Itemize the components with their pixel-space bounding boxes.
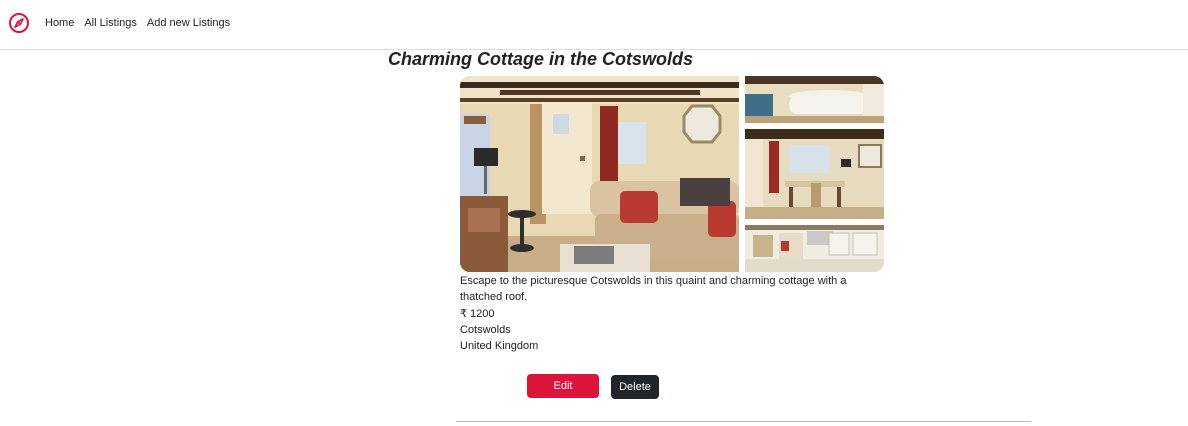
living-room-photo[interactable] [460,76,739,272]
navbar: Home All Listings Add new Listings [0,0,1188,50]
nav-links: Home All Listings Add new Listings [45,17,230,29]
dining-room-photo[interactable] [745,129,884,219]
listing-details: Escape to the picturesque Cotswolds in t… [460,273,890,354]
divider [456,421,1031,422]
delete-button[interactable]: Delete [611,375,659,399]
nav-link-all-listings[interactable]: All Listings [84,17,137,29]
listing-description: Escape to the picturesque Cotswolds in t… [460,275,847,304]
kitchen-photo[interactable] [745,225,884,272]
nav-link-add-new-listing[interactable]: Add new Listings [147,17,230,29]
listing-location: Cotswolds [460,323,511,336]
edit-button[interactable]: Edit [527,374,599,398]
nav-link-home[interactable]: Home [45,17,74,29]
listing-price: ₹ 1200 [460,307,495,320]
photo-gallery [460,76,885,272]
listing-title: Charming Cottage in the Cotswolds [388,49,694,69]
listing-country: United Kingdom [460,340,539,353]
bathroom-photo[interactable] [745,76,884,123]
compass-icon[interactable] [8,12,30,34]
